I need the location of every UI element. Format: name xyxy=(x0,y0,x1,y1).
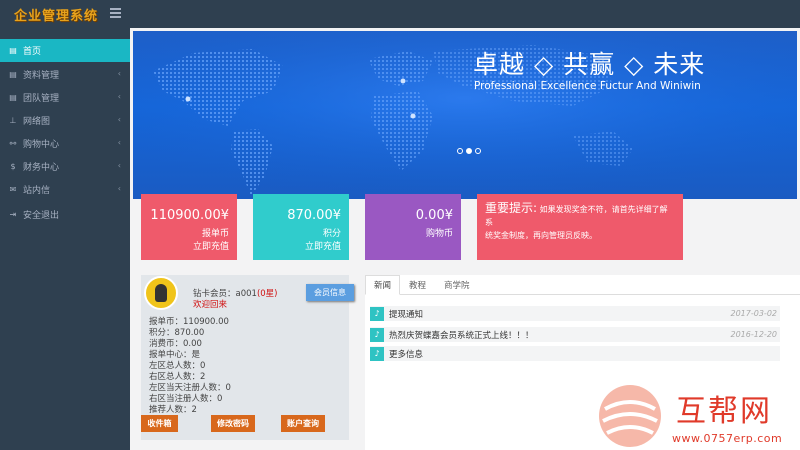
sidebar-item-logout[interactable]: ⇥ 安全退出 xyxy=(0,203,130,226)
welcome-text: 欢迎回来 xyxy=(193,300,228,310)
bell-icon: ♪ xyxy=(370,327,384,342)
stat-line: 推荐人数：2 xyxy=(149,405,197,415)
sidebar-item-label: 团队管理 xyxy=(23,94,60,104)
notice-text-b: 统奖金制度，再向管理员反映。 xyxy=(485,231,597,240)
card-order-coins[interactable]: 110900.00¥ 报单币 立即充值 xyxy=(141,194,237,260)
card-amount: 0.00¥ xyxy=(415,208,453,223)
member-stars: (0星) xyxy=(256,289,278,299)
sidebar-item-label: 财务中心 xyxy=(23,163,60,173)
notice-title: 重要提示: xyxy=(485,201,538,215)
dollar-icon: $ xyxy=(10,162,16,171)
news-date: 2017-03-02 xyxy=(730,309,778,318)
home-icon: ▤ xyxy=(9,46,17,55)
watermark-url: www.0757erp.com xyxy=(672,432,783,445)
mail-icon: ✉ xyxy=(9,185,17,194)
chevron-left-icon: ‹ xyxy=(117,115,121,124)
bell-icon: ♪ xyxy=(370,306,384,321)
notice-card: 重要提示: 如果发现奖金不符，请首先详细了解系 统奖金制度，再向管理员反映。 xyxy=(477,194,683,260)
menu-toggle-icon[interactable] xyxy=(110,8,121,18)
carousel-dot[interactable] xyxy=(457,148,463,154)
card-shopping-coins[interactable]: 0.00¥ 购物币 xyxy=(365,194,461,260)
card-points[interactable]: 870.00¥ 积分 立即充值 xyxy=(253,194,349,260)
top-bar: 企业管理系统 xyxy=(0,0,800,28)
tab-news[interactable]: 新闻 xyxy=(365,275,401,295)
avatar xyxy=(144,276,178,310)
chevron-left-icon: ‹ xyxy=(117,92,121,101)
news-date: 2016-12-20 xyxy=(730,330,778,339)
app-logo[interactable]: 企业管理系统 xyxy=(14,5,98,24)
card-amount: 110900.00¥ xyxy=(150,208,229,223)
chevron-left-icon: ‹ xyxy=(117,138,121,147)
card-label: 报单币 xyxy=(201,229,229,239)
news-item[interactable]: ♪ 热烈庆贺蝶嘉会员系统正式上线！！！ 2016-12-20 xyxy=(370,327,780,342)
sidebar-item-messages[interactable]: ✉ 站内信 ‹ xyxy=(0,178,130,201)
sidebar-item-shopping[interactable]: ⚯ 购物中心 ‹ xyxy=(0,132,130,155)
sidebar-item-label: 安全退出 xyxy=(23,211,60,221)
news-tabs: 新闻 教程 商学院 xyxy=(365,275,800,295)
inbox-button[interactable]: 收件箱 xyxy=(141,415,178,432)
watermark-text: 互帮网 xyxy=(676,394,772,429)
card-amount: 870.00¥ xyxy=(287,208,341,223)
sidebar-item-finance[interactable]: $ 财务中心 ‹ xyxy=(0,155,130,178)
sidebar-item-home[interactable]: ▤ 首页 xyxy=(0,39,130,62)
news-item[interactable]: ♪ 提现通知 2017-03-02 xyxy=(370,306,780,321)
bell-icon: ♪ xyxy=(370,346,384,361)
carousel-dot[interactable] xyxy=(475,148,481,154)
cart-icon: ⚯ xyxy=(9,139,17,148)
sitemap-icon: ⊥ xyxy=(9,116,17,125)
chevron-left-icon: ‹ xyxy=(117,161,121,170)
news-title[interactable]: 热烈庆贺蝶嘉会员系统正式上线！！！ xyxy=(389,329,534,341)
tab-business-school[interactable]: 商学院 xyxy=(444,275,470,295)
account-query-button[interactable]: 账户查询 xyxy=(281,415,325,432)
team-icon: ▤ xyxy=(9,93,17,102)
member-info-button[interactable]: 会员信息 xyxy=(306,284,354,301)
watermark-seal-icon xyxy=(599,385,661,447)
card-label: 积分 xyxy=(322,229,341,239)
more-info-link[interactable]: 更多信息 xyxy=(389,348,423,360)
news-item[interactable]: ♪ 更多信息 xyxy=(370,346,780,361)
sidebar-item-label: 站内信 xyxy=(23,186,51,196)
news-title[interactable]: 提现通知 xyxy=(389,308,423,320)
sidebar: ▤ 首页 ▤ 资料管理 ‹ ▤ 团队管理 ‹ ⊥ 网络图 ‹ ⚯ 购物中心 ‹ … xyxy=(0,28,130,450)
sidebar-item-network[interactable]: ⊥ 网络图 ‹ xyxy=(0,109,130,132)
sidebar-item-label: 网络图 xyxy=(23,117,51,127)
recharge-link[interactable]: 立即充值 xyxy=(305,239,341,252)
change-password-button[interactable]: 修改密码 xyxy=(211,415,255,432)
recharge-link[interactable]: 立即充值 xyxy=(193,239,229,252)
sidebar-item-label: 资料管理 xyxy=(23,71,60,81)
tab-tutorial[interactable]: 教程 xyxy=(409,275,426,295)
chevron-left-icon: ‹ xyxy=(117,69,121,78)
user-panel: 钻卡会员：a001(0星) 欢迎回来 会员信息 报单币：110900.00 积分… xyxy=(141,275,354,440)
sidebar-item-label: 首页 xyxy=(23,47,42,57)
sidebar-item-team[interactable]: ▤ 团队管理 ‹ xyxy=(0,86,130,109)
chevron-left-icon: ‹ xyxy=(117,184,121,193)
banner-title: 卓越 ◇ 共赢 ◇ 未来 xyxy=(473,50,706,79)
carousel-indicators xyxy=(457,148,481,154)
card-label: 购物币 xyxy=(425,229,453,239)
signout-icon: ⇥ xyxy=(9,210,17,219)
hero-banner[interactable]: 卓越 ◇ 共赢 ◇ 未来 Professional Excellence Fuc… xyxy=(133,31,797,199)
carousel-dot-active[interactable] xyxy=(466,148,472,154)
sidebar-item-label: 购物中心 xyxy=(23,140,60,150)
doc-icon: ▤ xyxy=(9,70,17,79)
sidebar-item-profile[interactable]: ▤ 资料管理 ‹ xyxy=(0,63,130,86)
banner-subtitle: Professional Excellence Fuctur And Winiw… xyxy=(474,80,701,92)
